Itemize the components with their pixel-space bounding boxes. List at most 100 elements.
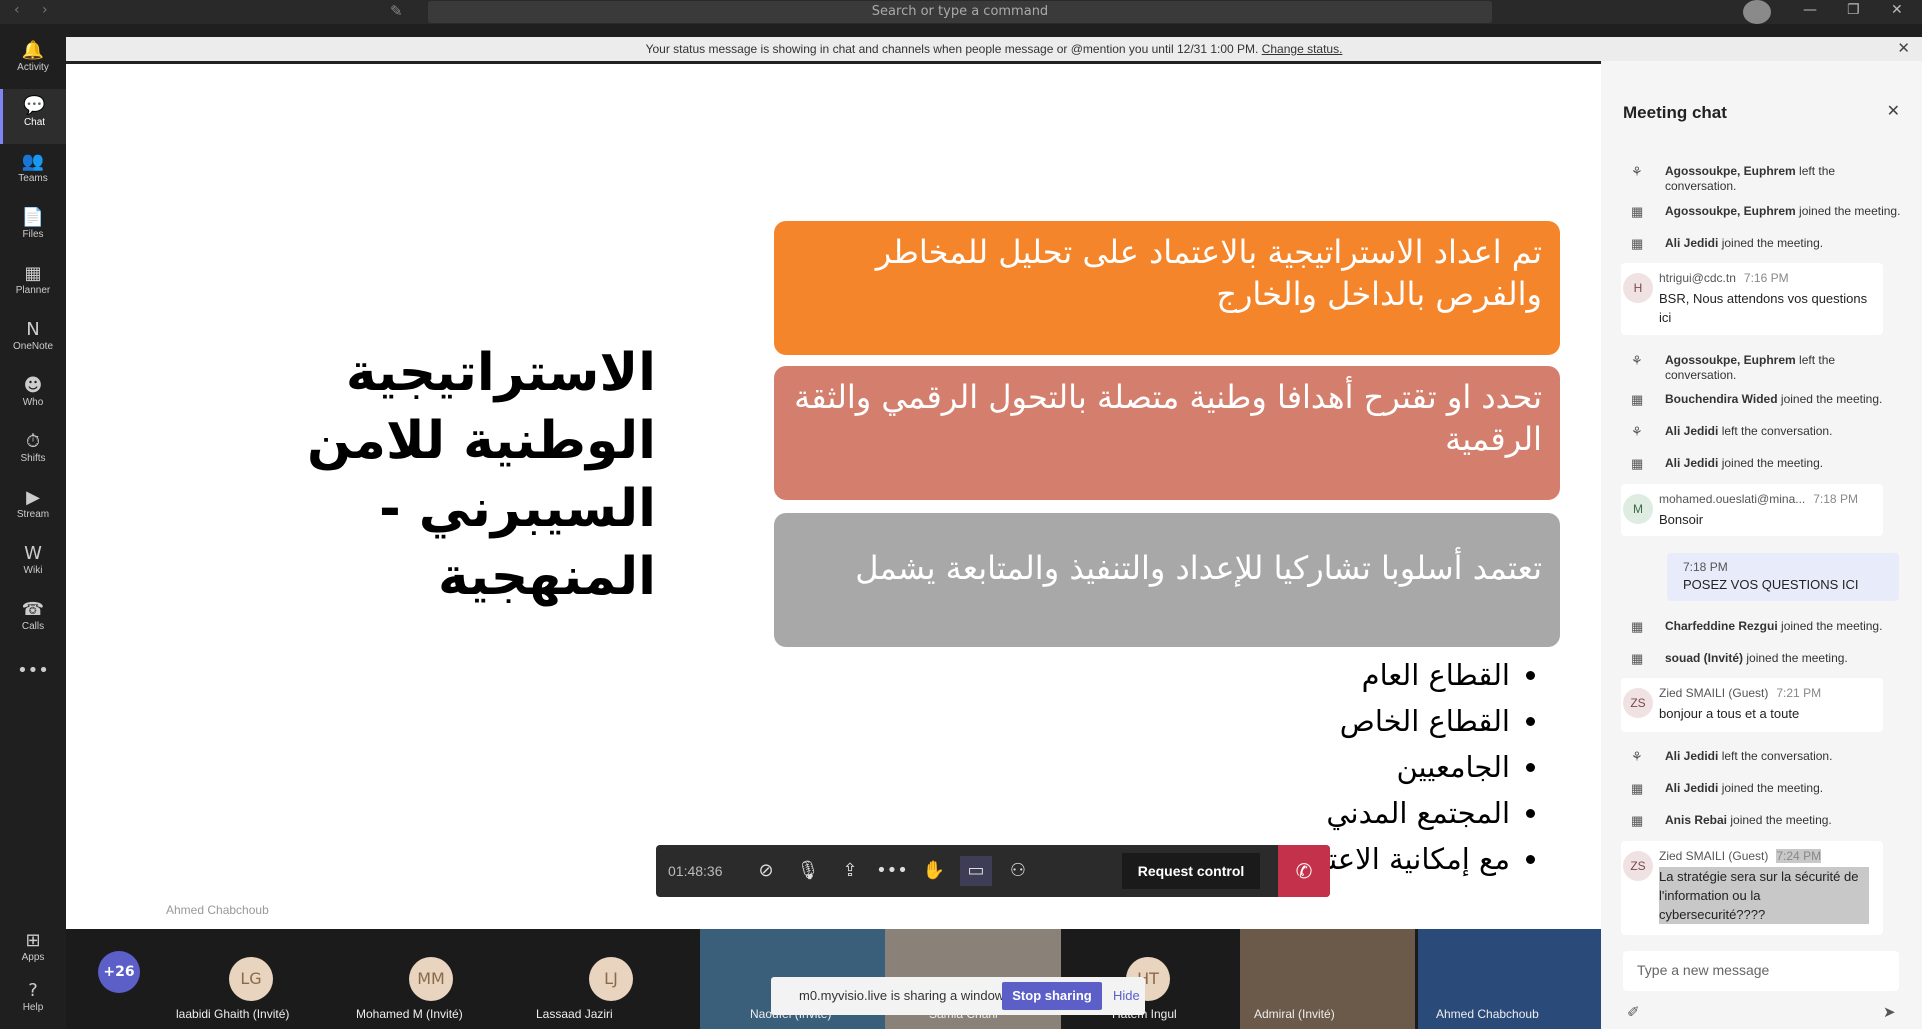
participant-name: Admiral (Invité) <box>1254 1007 1335 1021</box>
status-banner: Your status message is showing in chat a… <box>66 37 1922 61</box>
more-actions-icon[interactable]: ••• <box>876 856 908 886</box>
own-chat-message[interactable]: 7:18 PM POSEZ VOS QUESTIONS ICI <box>1667 553 1899 601</box>
close-window-icon[interactable]: ✕ <box>1891 2 1903 18</box>
slide-title: الاستراتيجية الوطنية للامن السيبرني - ال… <box>306 343 656 607</box>
slide-box-3: تعتمد أسلوبا تشاركيا للإعداد والتنفيذ وا… <box>774 513 1560 647</box>
forward-icon[interactable]: › <box>42 2 48 18</box>
apps-icon: ⊞ <box>25 930 41 951</box>
calendar-icon: ▦ <box>1631 781 1644 796</box>
rail-item-help[interactable]: ? Help <box>0 974 66 1029</box>
camera-off-icon[interactable]: ⊘ <box>750 856 782 886</box>
message-text: POSEZ VOS QUESTIONS ICI <box>1683 577 1859 592</box>
minimize-icon[interactable]: — <box>1803 2 1817 18</box>
rail-item-teams[interactable]: 👥 Teams <box>0 145 66 200</box>
chat-title: Meeting chat <box>1623 103 1727 122</box>
shared-screen: الاستراتيجية الوطنية للامن السيبرني - ال… <box>66 61 1601 929</box>
chat-icon: 💬 <box>23 95 46 116</box>
rail-item-activity[interactable]: 🔔 Activity <box>0 34 66 89</box>
calendar-icon: ▦ <box>1631 619 1644 634</box>
chat-message[interactable]: H htrigui@cdc.tn 7:16 PM BSR, Nous attend… <box>1621 263 1883 335</box>
participant-name: laabidi Ghaith (Invité) <box>176 1007 290 1021</box>
slide-bullet: القطاع العام <box>806 652 1510 698</box>
rail-item-calls[interactable]: ☎ Calls <box>0 593 66 648</box>
raise-hand-icon[interactable]: ✋ <box>918 856 950 886</box>
rail-item-chat[interactable]: 💬 Chat <box>0 89 66 144</box>
title-bar: ‹ › ✎ Search or type a command — ❐ ✕ <box>0 0 1922 24</box>
back-icon[interactable]: ‹ <box>14 2 20 18</box>
rail-item-planner[interactable]: ▦ Planner <box>0 257 66 312</box>
calendar-icon: ▦ <box>1631 651 1644 666</box>
meeting-controls: 01:48:36 ⊘ 🎙 ⇪ ••• ✋ ▭ ⚇ Request control… <box>656 845 1330 897</box>
send-icon[interactable]: ➤ <box>1883 1003 1896 1021</box>
rail-item-wiki[interactable]: W Wiki <box>0 537 66 592</box>
calendar-icon: ▦ <box>1631 204 1644 219</box>
change-status-link[interactable]: Change status. <box>1262 42 1343 56</box>
message-text: La stratégie sera sur la sécurité de l'i… <box>1659 867 1869 924</box>
calendar-icon: ▦ <box>1631 813 1644 828</box>
avatar: LG <box>229 957 273 1001</box>
sharing-notification: m0.myvisio.live is sharing a window. Sto… <box>771 977 1145 1015</box>
slide-bullet: القطاع الخاص <box>806 698 1510 744</box>
meeting-chat-panel: Meeting chat ✕ ⚘ Agossoukpe, Euphrem left… <box>1601 61 1922 1029</box>
close-banner-icon[interactable]: ✕ <box>1897 37 1910 61</box>
message-text: bonjour a tous et a toute <box>1659 706 1800 721</box>
shifts-icon: ⏱ <box>25 431 41 452</box>
format-icon[interactable]: ✐ <box>1627 1003 1640 1021</box>
request-control-button[interactable]: Request control <box>1122 853 1260 889</box>
message-text: BSR, Nous attendons vos questions ici <box>1659 291 1868 325</box>
new-chat-icon[interactable]: ✎ <box>390 2 403 20</box>
hang-up-button[interactable]: ✆ <box>1278 845 1330 897</box>
maximize-icon[interactable]: ❐ <box>1847 2 1860 18</box>
slide-bullet: الجامعيين <box>806 744 1510 790</box>
participant-name: Mohamed M (Invité) <box>356 1007 463 1021</box>
participants-icon[interactable]: ⚇ <box>1002 856 1034 886</box>
leave-icon: ⚘ <box>1631 353 1643 368</box>
calendar-icon: ▦ <box>1631 392 1644 407</box>
hide-button[interactable]: Hide <box>1113 988 1140 1003</box>
meeting-timer: 01:48:36 <box>668 863 723 879</box>
message-text: Bonsoir <box>1659 512 1704 527</box>
chat-toggle-icon[interactable]: ▭ <box>960 856 992 886</box>
avatar: MM <box>409 957 453 1001</box>
stop-sharing-button[interactable]: Stop sharing <box>1002 982 1102 1010</box>
profile-avatar[interactable] <box>1743 0 1771 24</box>
close-chat-icon[interactable]: ✕ <box>1887 101 1900 121</box>
app-rail: 🔔 Activity 💬 Chat 👥 Teams 📄 Files ▦ Planner N… <box>0 24 66 1029</box>
participant-name: Lassaad Jaziri <box>536 1007 613 1021</box>
planner-icon: ▦ <box>24 263 42 284</box>
presenter-watermark: Ahmed Chabchoub <box>166 903 269 917</box>
rail-item-apps[interactable]: ⊞ Apps <box>0 924 66 979</box>
rail-item-who[interactable]: ☻ Who <box>0 369 66 424</box>
rail-item-files[interactable]: 📄 Files <box>0 201 66 256</box>
mic-off-icon[interactable]: 🎙 <box>792 856 824 886</box>
banner-text: Your status message is showing in chat a… <box>645 42 1259 56</box>
rail-item-shifts[interactable]: ⏱ Shifts <box>0 425 66 480</box>
help-icon: ? <box>28 980 38 1001</box>
wiki-icon: W <box>24 543 42 564</box>
more-apps-icon[interactable]: ••• <box>0 654 66 709</box>
chat-message[interactable]: ZS Zied SMAILI (Guest) 7:24 PM La stratég… <box>1621 841 1883 935</box>
message-input[interactable]: Type a new message <box>1623 951 1899 991</box>
calendar-icon: ▦ <box>1631 456 1644 471</box>
leave-icon: ⚘ <box>1631 749 1643 764</box>
avatar: LJ <box>589 957 633 1001</box>
teams-icon: 👥 <box>21 151 45 172</box>
chat-message[interactable]: M mohamed.oueslati@mina... 7:18 PM Bonsoi… <box>1621 484 1883 536</box>
avatar: H <box>1623 273 1653 303</box>
sharing-text: m0.myvisio.live is sharing a window. <box>799 988 1008 1003</box>
rail-item-stream[interactable]: ▶ Stream <box>0 481 66 536</box>
rail-item-onenote[interactable]: N OneNote <box>0 313 66 368</box>
onenote-icon: N <box>26 319 40 340</box>
more-participants-button[interactable]: +26 <box>98 951 140 993</box>
leave-icon: ⚘ <box>1631 164 1643 179</box>
leave-icon: ⚘ <box>1631 424 1643 439</box>
stream-icon: ▶ <box>26 487 40 508</box>
share-tray-icon[interactable]: ⇪ <box>834 856 866 886</box>
calls-icon: ☎ <box>21 599 45 620</box>
search-input[interactable]: Search or type a command <box>428 1 1492 23</box>
participant-name: Ahmed Chabchoub <box>1436 1007 1539 1021</box>
chat-message[interactable]: ZS Zied SMAILI (Guest) 7:21 PM bonjour a … <box>1621 678 1883 732</box>
avatar: M <box>1623 494 1653 524</box>
avatar: ZS <box>1623 688 1653 718</box>
calendar-icon: ▦ <box>1631 236 1644 251</box>
